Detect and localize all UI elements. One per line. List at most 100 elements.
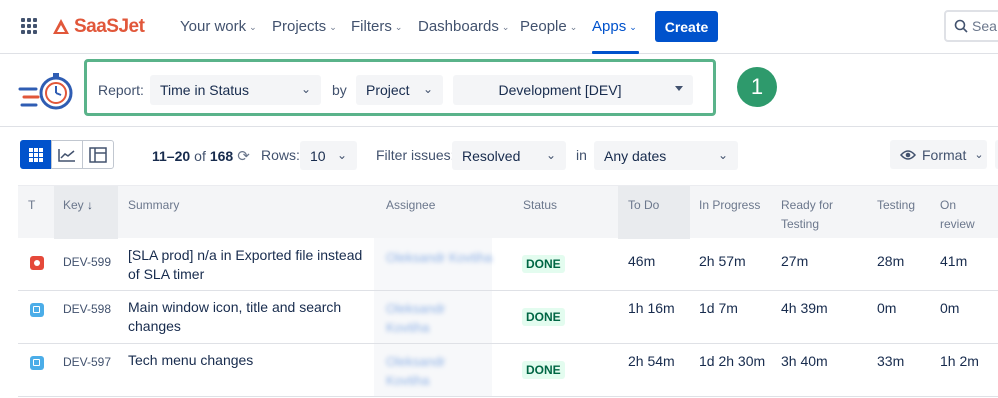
report-label: Report: bbox=[98, 82, 144, 98]
grid-icon bbox=[29, 147, 43, 162]
time-todo: 1h 16m bbox=[628, 300, 675, 316]
create-button[interactable]: Create bbox=[655, 11, 718, 42]
nav-filters[interactable]: Filters ⌄ bbox=[351, 18, 402, 35]
search-placeholder: Sea bbox=[972, 18, 997, 34]
header-on-review[interactable]: On review bbox=[940, 196, 975, 234]
issue-key[interactable]: DEV-598 bbox=[63, 300, 111, 319]
chevron-down-icon: ⌄ bbox=[717, 148, 728, 162]
assignee-name: Oleksandr Kovtiha bbox=[386, 250, 493, 265]
project-select[interactable]: Development [DEV] bbox=[453, 75, 693, 105]
nav-your-work[interactable]: Your work ⌄ bbox=[180, 18, 257, 35]
rows-select[interactable]: 10 ⌄ bbox=[300, 141, 357, 170]
summary-line1: Tech menu changes bbox=[128, 352, 254, 368]
nav-people-label: People bbox=[520, 18, 567, 35]
pivot-view-button[interactable] bbox=[82, 140, 114, 169]
active-nav-indicator bbox=[592, 51, 639, 54]
app-switcher-icon[interactable] bbox=[21, 18, 37, 34]
search-icon bbox=[954, 19, 968, 33]
table-header: T Key ↓ Summary Assignee Status To Do In… bbox=[18, 185, 998, 239]
task-icon bbox=[30, 303, 44, 317]
header-ready-for-testing[interactable]: Ready for Testing bbox=[781, 196, 833, 234]
refresh-icon[interactable]: ⟳ bbox=[237, 147, 250, 165]
search-input[interactable]: Sea bbox=[944, 10, 998, 42]
format-button[interactable]: Format ⌄ bbox=[890, 140, 987, 169]
rows-label: Rows: bbox=[261, 147, 300, 163]
table-row[interactable]: DEV-598 Main window icon, title and sear… bbox=[18, 291, 998, 344]
table-toolbar: 11–20 of 168 ⟳ Rows: 10 ⌄ Filter issues:… bbox=[0, 128, 998, 184]
time-todo: 2h 54m bbox=[628, 353, 675, 369]
pivot-table-icon bbox=[89, 146, 107, 163]
nav-people[interactable]: People ⌄ bbox=[520, 18, 577, 35]
table-row[interactable]: DEV-597 Tech menu changes Oleksandr Kovt… bbox=[18, 344, 998, 397]
time-in-progress: 1d 7m bbox=[699, 300, 738, 316]
assignee-line2: Kovtiha bbox=[386, 373, 430, 388]
nav-dashboards[interactable]: Dashboards ⌄ bbox=[418, 18, 509, 35]
filter-issues-label: Filter issues: bbox=[376, 147, 455, 163]
issue-summary[interactable]: Tech menu changes bbox=[128, 351, 368, 370]
chevron-down-icon: ⌄ bbox=[336, 148, 347, 162]
status-badge: DONE bbox=[522, 308, 565, 326]
header-key-label: Key bbox=[63, 198, 84, 212]
nav-dashboards-label: Dashboards bbox=[418, 18, 499, 35]
header-testing[interactable]: Testing bbox=[877, 196, 915, 215]
report-type-select[interactable]: Time in Status ⌄ bbox=[150, 75, 321, 105]
header-assignee[interactable]: Assignee bbox=[386, 196, 435, 215]
chart-view-button[interactable] bbox=[51, 140, 83, 169]
nav-projects[interactable]: Projects ⌄ bbox=[272, 18, 337, 35]
summary-line1: [SLA prod] n/a in Exported file instead bbox=[128, 247, 363, 263]
report-settings-bar: Report: Time in Status ⌄ by Project ⌄ De… bbox=[0, 55, 998, 127]
logo-text: SaaSJet bbox=[74, 16, 145, 37]
project-value: Development [DEV] bbox=[498, 82, 622, 98]
table-row[interactable]: DEV-599 [SLA prod] n/a in Exported file … bbox=[18, 238, 998, 291]
rows-value: 10 bbox=[310, 147, 326, 164]
time-ready-for-testing: 27m bbox=[781, 253, 809, 269]
logo-icon bbox=[53, 19, 69, 34]
chevron-down-icon: ⌄ bbox=[974, 149, 984, 161]
header-summary[interactable]: Summary bbox=[128, 196, 179, 215]
nav-filters-label: Filters bbox=[351, 18, 392, 35]
time-testing: 0m bbox=[877, 300, 897, 316]
issue-summary[interactable]: Main window icon, title and search chang… bbox=[128, 298, 368, 336]
line-chart-icon bbox=[58, 148, 75, 162]
filter-issues-value: Resolved bbox=[462, 147, 521, 164]
assignee-name: Oleksandr Kovtiha bbox=[386, 299, 445, 337]
filter-issues-select[interactable]: Resolved ⌄ bbox=[452, 141, 566, 170]
saasjet-logo[interactable]: SaaSJet bbox=[52, 14, 145, 40]
issue-summary[interactable]: [SLA prod] n/a in Exported file instead … bbox=[128, 246, 368, 284]
issue-key[interactable]: DEV-597 bbox=[63, 353, 111, 372]
nav-projects-label: Projects bbox=[272, 18, 327, 35]
header-in-progress[interactable]: In Progress bbox=[699, 196, 760, 215]
task-icon bbox=[30, 356, 44, 370]
by-label: by bbox=[332, 82, 347, 98]
summary-line1: Main window icon, title and search bbox=[128, 299, 342, 315]
header-status[interactable]: Status bbox=[523, 196, 557, 215]
chevron-down-icon: ⌄ bbox=[569, 21, 578, 32]
time-on-review: 41m bbox=[940, 253, 968, 269]
nav-apps[interactable]: Apps ⌄ bbox=[592, 18, 637, 35]
chevron-down-icon: ⌄ bbox=[329, 21, 337, 32]
grid-view-button[interactable] bbox=[20, 140, 52, 169]
time-testing: 28m bbox=[877, 253, 905, 269]
time-ready-for-testing: 3h 40m bbox=[781, 353, 828, 369]
header-key[interactable]: Key ↓ bbox=[63, 196, 93, 215]
time-ready-for-testing: 4h 39m bbox=[781, 300, 828, 316]
assignee-line1: Oleksandr bbox=[386, 301, 446, 316]
chevron-down-icon: ⌄ bbox=[629, 21, 637, 32]
total-count: 168 bbox=[209, 148, 234, 164]
group-by-select[interactable]: Project ⌄ bbox=[356, 75, 443, 105]
header-onreview-line2: review bbox=[940, 217, 975, 231]
assignee-line1: Oleksandr bbox=[386, 354, 446, 369]
header-type[interactable]: T bbox=[28, 196, 35, 215]
date-range-select[interactable]: Any dates ⌄ bbox=[594, 141, 738, 170]
page-range: 11–20 bbox=[152, 148, 191, 164]
header-todo[interactable]: To Do bbox=[628, 196, 659, 215]
report-type-value: Time in Status bbox=[160, 82, 249, 98]
arrow-down-icon: ↓ bbox=[87, 198, 94, 212]
time-in-progress: 2h 57m bbox=[699, 253, 746, 269]
pagination-info: 11–20 of 168 ⟳ bbox=[152, 147, 250, 165]
status-badge: DONE bbox=[522, 361, 565, 379]
header-ready-line1: Ready for bbox=[781, 198, 834, 212]
time-on-review: 0m bbox=[940, 300, 960, 316]
issue-key[interactable]: DEV-599 bbox=[63, 253, 111, 272]
assignee-name: Oleksandr Kovtiha bbox=[386, 352, 445, 390]
